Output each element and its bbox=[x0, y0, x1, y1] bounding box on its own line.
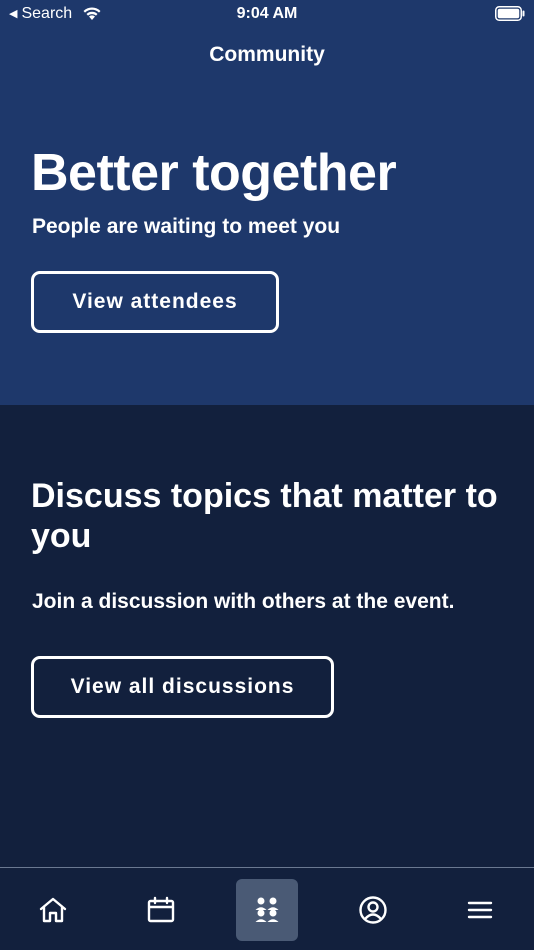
home-icon bbox=[39, 897, 67, 923]
battery-icon bbox=[495, 6, 525, 21]
calendar-icon bbox=[147, 896, 175, 923]
tab-bar bbox=[0, 867, 534, 950]
tab-community[interactable] bbox=[236, 879, 298, 941]
discussions-title: Discuss topics that matter to you bbox=[31, 477, 498, 555]
discussions-subtitle: Join a discussion with others at the eve… bbox=[32, 590, 455, 613]
view-all-discussions-button[interactable]: View all discussions bbox=[31, 656, 334, 718]
hero-title: Better together bbox=[31, 144, 397, 202]
tab-schedule[interactable] bbox=[130, 879, 192, 941]
status-bar: ◀ Search 9:04 AM bbox=[0, 0, 534, 28]
view-attendees-button[interactable]: View attendees bbox=[31, 271, 279, 333]
status-time: 9:04 AM bbox=[236, 5, 298, 22]
tab-profile[interactable] bbox=[342, 879, 404, 941]
tab-home[interactable] bbox=[22, 879, 84, 941]
community-icon bbox=[255, 897, 279, 922]
menu-icon bbox=[467, 901, 493, 919]
page-title: Community bbox=[209, 43, 325, 66]
hero-subtitle: People are waiting to meet you bbox=[32, 215, 341, 238]
tab-menu[interactable] bbox=[449, 879, 511, 941]
profile-icon bbox=[359, 896, 387, 924]
